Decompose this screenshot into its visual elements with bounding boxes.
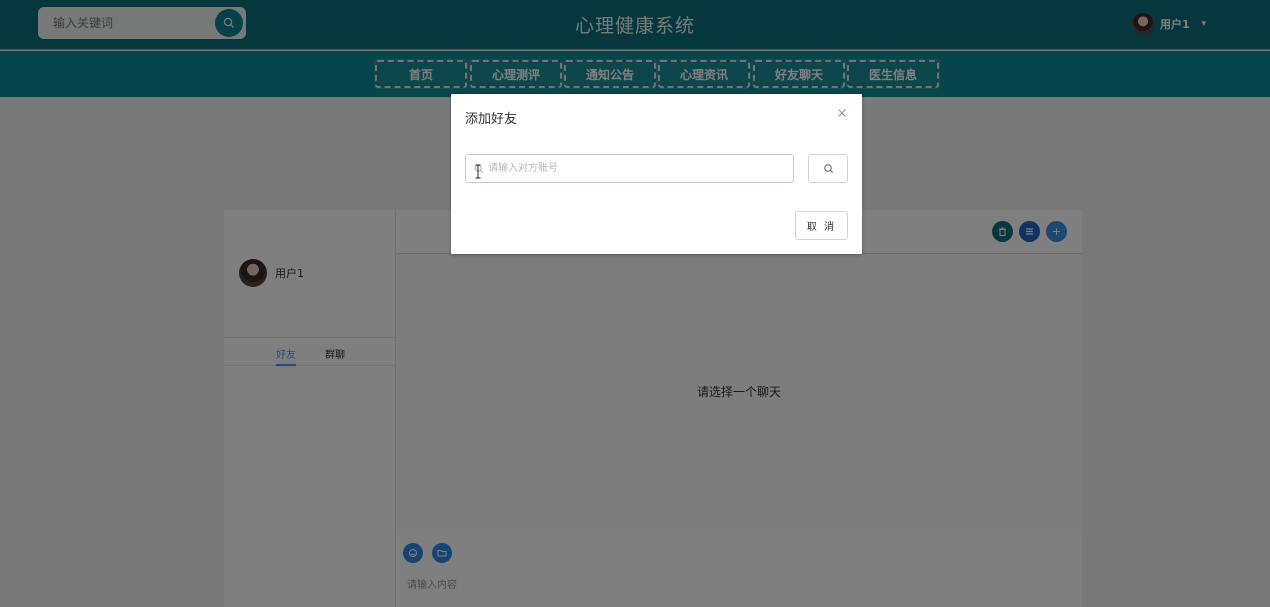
- account-search-button[interactable]: [808, 154, 848, 183]
- close-icon[interactable]: [836, 107, 848, 119]
- search-icon: [823, 164, 833, 173]
- account-search-input[interactable]: [466, 155, 793, 182]
- account-search-field: [465, 154, 794, 183]
- modal-overlay[interactable]: [0, 0, 1270, 607]
- cancel-button[interactable]: 取 消: [795, 211, 848, 240]
- add-friend-dialog: 添加好友 取 消: [451, 94, 862, 254]
- text-cursor-icon: [475, 164, 481, 179]
- dialog-title: 添加好友: [465, 112, 518, 127]
